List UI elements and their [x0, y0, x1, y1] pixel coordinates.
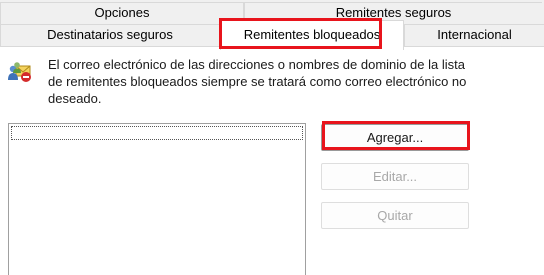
tab-remitentes-bloqueados[interactable]: Remitentes bloqueados [220, 20, 404, 50]
blocked-senders-list[interactable] [8, 123, 306, 275]
description-text: El correo electrónico de las direcciones… [48, 57, 467, 106]
junk-email-options-dialog: Opciones Remitentes seguros Destinatario… [0, 0, 544, 275]
list-focus-rect [11, 126, 303, 140]
add-button[interactable]: Agregar... [321, 124, 469, 151]
remove-button[interactable]: Quitar [321, 202, 469, 229]
edit-button[interactable]: Editar... [321, 163, 469, 190]
tab-destinatarios-seguros[interactable]: Destinatarios seguros [0, 24, 220, 46]
tab-opciones[interactable]: Opciones [0, 2, 244, 24]
tab-internacional[interactable]: Internacional [404, 24, 544, 46]
blocked-senders-icon [7, 60, 33, 84]
tab-panel: El correo electrónico de las direcciones… [0, 46, 544, 275]
